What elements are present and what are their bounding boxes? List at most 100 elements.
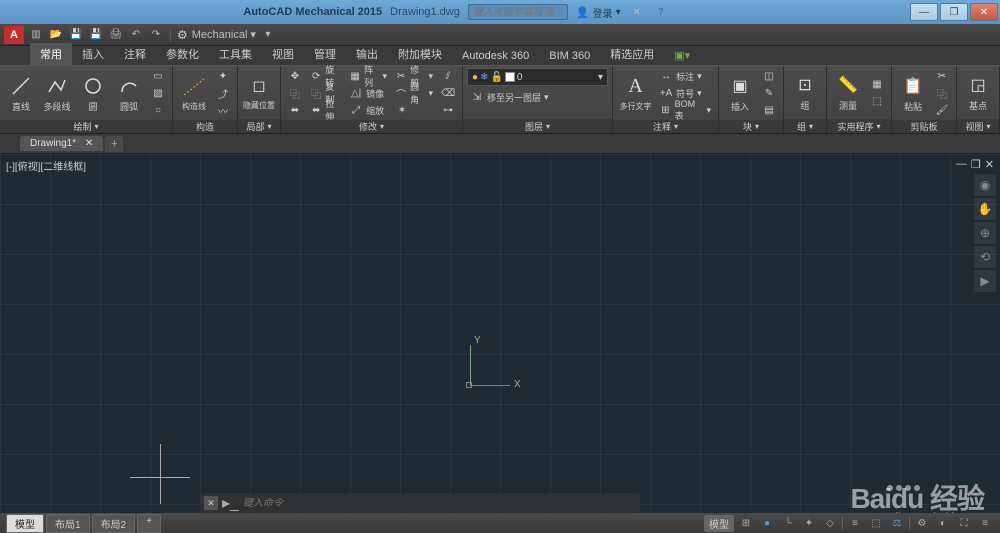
group-button[interactable]: ⊡组	[788, 71, 822, 114]
panel-title-annotation[interactable]: 注释▾	[613, 120, 718, 133]
panel-title-viewbase[interactable]: 视图▾	[957, 119, 999, 133]
mirror-button[interactable]: △|镜像	[346, 85, 390, 101]
explode-button[interactable]: ✶	[392, 102, 436, 118]
layout1-tab[interactable]: 布局1	[46, 514, 90, 533]
polar-toggle[interactable]: ✦	[800, 515, 818, 531]
calc-button[interactable]: ▦	[867, 76, 887, 92]
insert-block-button[interactable]: ▣插入	[723, 72, 757, 115]
rectangle-button[interactable]: ▭	[148, 68, 168, 84]
ray-button[interactable]: ⤴	[213, 85, 233, 101]
viewport-label[interactable]: [-][俯视][二维线框]	[6, 158, 86, 173]
construction-line-button[interactable]: 构造线	[177, 73, 211, 114]
maximize-button[interactable]: ❐	[940, 3, 968, 21]
transparency-toggle[interactable]: ⬚	[867, 515, 885, 531]
copy-button[interactable]: ⿻	[285, 85, 305, 101]
tab-parametric[interactable]: 参数化	[156, 43, 209, 65]
tab-manage[interactable]: 管理	[304, 43, 346, 65]
stretch-button[interactable]: ⬌	[285, 102, 305, 118]
document-tab[interactable]: Drawing1* ✕	[20, 136, 103, 151]
model-label[interactable]: 模型	[704, 515, 734, 532]
close-button[interactable]: ✕	[970, 3, 998, 21]
ortho-toggle[interactable]: └	[779, 515, 797, 531]
panel-title-layer[interactable]: 图层▾	[463, 119, 612, 133]
tab-view[interactable]: 视图	[262, 43, 304, 65]
save-icon[interactable]: 💾	[68, 27, 84, 43]
osnap-toggle[interactable]: ◇	[821, 515, 839, 531]
tab-a360[interactable]: Autodesk 360	[452, 47, 539, 65]
app-menu-button[interactable]: A	[4, 26, 24, 44]
dimension-button[interactable]: ↔标注▾	[656, 68, 714, 84]
customize-button[interactable]: ≡	[976, 515, 994, 531]
panel-title-clipboard[interactable]: 剪贴板	[892, 120, 956, 133]
offset-button[interactable]: ⫽	[438, 68, 458, 84]
select-button[interactable]: ⬚	[867, 93, 887, 109]
clean-screen[interactable]: ⛶	[955, 515, 973, 531]
add-layout-button[interactable]: +	[137, 514, 161, 533]
tab-search-icon[interactable]: ▣▾	[664, 46, 700, 65]
match-button[interactable]: 🖌	[932, 102, 952, 118]
lineweight-toggle[interactable]: ≡	[846, 515, 864, 531]
panel-title-construction[interactable]: 构造	[173, 120, 237, 133]
panel-title-modify[interactable]: 修改▾	[281, 120, 462, 133]
minimize-button[interactable]: —	[910, 3, 938, 21]
edit-block-button[interactable]: ✎	[759, 85, 779, 101]
plot-icon[interactable]: 🖨	[108, 27, 124, 43]
polyline-button[interactable]: 多段线	[40, 72, 74, 115]
scale-button[interactable]: ⤢缩放	[346, 102, 390, 118]
cut-button[interactable]: ✂	[932, 68, 952, 84]
move-button[interactable]: ✥	[285, 68, 305, 84]
panel-title-draw[interactable]: 绘制▾	[0, 120, 172, 133]
panel-title-group[interactable]: 组▾	[784, 119, 826, 133]
panel-title-detail[interactable]: 局部▾	[238, 119, 280, 133]
close-icon[interactable]: ✕	[85, 138, 93, 149]
move-layer-button[interactable]: ⇲移至另一图层▾	[467, 89, 608, 105]
tab-addins[interactable]: 附加模块	[388, 43, 452, 65]
tab-annotate[interactable]: 注释	[114, 43, 156, 65]
qat-more-icon[interactable]: ▾	[260, 27, 276, 43]
join-button[interactable]: ⊶	[438, 102, 458, 118]
full-nav-wheel-button[interactable]: ◉	[974, 174, 996, 196]
isolate-toggle[interactable]: ◐	[934, 515, 952, 531]
hatch-button[interactable]: ▨	[148, 85, 168, 101]
tab-featured[interactable]: 精选应用	[600, 43, 664, 65]
cmd-close-button[interactable]: ✕	[204, 496, 218, 510]
layer-dropdown[interactable]: ● ❄ 🔓 0 ▾	[467, 68, 608, 86]
orbit-button[interactable]: ⟲	[974, 246, 996, 268]
add-tab-button[interactable]: +	[105, 136, 123, 152]
model-tab[interactable]: 模型	[6, 514, 44, 533]
measure-button[interactable]: 📏测量	[831, 71, 865, 114]
hide-button[interactable]: ◻隐藏位置	[242, 72, 276, 113]
attr-block-button[interactable]: ▤	[759, 102, 779, 118]
workspace-switch[interactable]: ⚙	[913, 515, 931, 531]
trace-button[interactable]: 〰	[213, 102, 233, 118]
snap-toggle[interactable]: ●	[758, 515, 776, 531]
vp-close-button[interactable]: ✕	[985, 158, 994, 171]
fillet-button[interactable]: ⌒圆角▾	[392, 85, 436, 101]
workspace-dropdown[interactable]: Mechanical ▾	[192, 28, 256, 41]
tab-bim360[interactable]: BIM 360	[539, 47, 600, 65]
base-view-button[interactable]: ◲基点	[961, 71, 995, 114]
mtext-button[interactable]: A多行文字	[617, 73, 654, 114]
pan-button[interactable]: ✋	[974, 198, 996, 220]
stretch2-button[interactable]: ⬌拉伸	[307, 102, 344, 118]
annotation-scale[interactable]: ⚖	[888, 515, 906, 531]
undo-icon[interactable]: ↶	[128, 27, 144, 43]
zoom-button[interactable]: ⊕	[974, 222, 996, 244]
xline-button[interactable]: ✦	[213, 68, 233, 84]
line-button[interactable]: 直线	[4, 72, 38, 115]
sign-in-button[interactable]: 👤 登录 ▾	[576, 5, 621, 20]
showmotion-button[interactable]: ▶	[974, 270, 996, 292]
redo-icon[interactable]: ↷	[148, 27, 164, 43]
copy-clip-button[interactable]: ⿻	[932, 85, 952, 101]
array-button[interactable]: ▦阵列▾	[346, 68, 390, 84]
create-block-button[interactable]: ◫	[759, 68, 779, 84]
open-icon[interactable]: 📂	[48, 27, 64, 43]
panel-title-block[interactable]: 块▾	[719, 120, 783, 133]
layout2-tab[interactable]: 布局2	[92, 514, 136, 533]
bom-button[interactable]: ⊞BOM 表▾	[656, 102, 714, 118]
drawing-canvas[interactable]: [-][俯视][二维线框] — ❐ ✕ ◉ ✋ ⊕ ⟲ ▶ Y X Baidu …	[0, 154, 1000, 513]
paste-button[interactable]: 📋粘贴	[896, 72, 930, 115]
new-icon[interactable]: ▥	[28, 27, 44, 43]
saveas-icon[interactable]: 💾	[88, 27, 104, 43]
erase-button[interactable]: ⌫	[438, 85, 458, 101]
